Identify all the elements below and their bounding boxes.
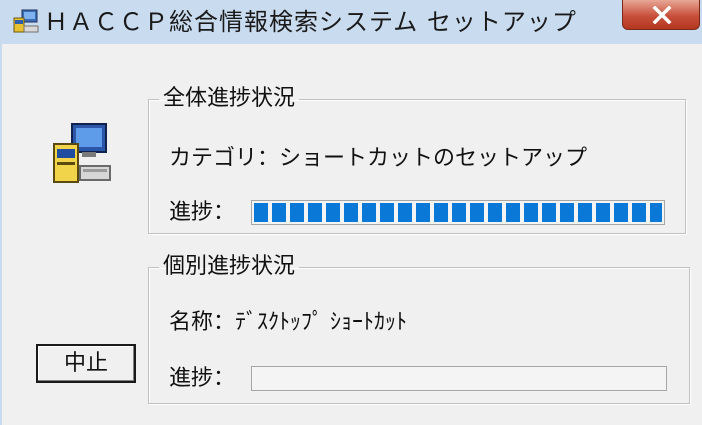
individual-progress-group: 個別進捗状況 名称：ﾃﾞｽｸﾄｯﾌﾟ ｼｮｰﾄｶｯﾄ 進捗： (148, 254, 690, 404)
dialog-client-area: 全体進捗状況 カテゴリ：ショートカットのセットアップ 進捗： 個別進捗状況 名称… (0, 44, 702, 425)
individual-progress-bar (251, 366, 667, 391)
individual-progress-legend: 個別進捗状況 (163, 254, 296, 279)
category-text: カテゴリ：ショートカットのセットアップ (169, 146, 588, 171)
overall-progress-fill (254, 203, 662, 222)
title-bar[interactable]: ＨＡＣＣＰ総合情報検索システム セットアップ (0, 0, 702, 45)
individual-progress-label: 進捗： (169, 366, 236, 391)
setup-window: ＨＡＣＣＰ総合情報検索システム セットアップ 全体進捗状況 カテゴリ：ショートカ… (0, 0, 702, 425)
overall-progress-legend: 全体進捗状況 (163, 86, 296, 111)
overall-progress-label: 進捗： (169, 200, 236, 225)
overall-progress-bar (251, 200, 665, 225)
setup-computer-icon (13, 9, 39, 33)
overall-progress-group: 全体進捗状況 カテゴリ：ショートカットのセットアップ 進捗： (148, 86, 686, 234)
setup-computer-icon (53, 123, 111, 183)
close-x-icon (652, 6, 672, 24)
window-title: ＨＡＣＣＰ総合情報検索システム セットアップ (44, 8, 577, 36)
item-name-text: 名称：ﾃﾞｽｸﾄｯﾌﾟ ｼｮｰﾄｶｯﾄ (169, 310, 407, 335)
cancel-button[interactable]: 中止 (36, 344, 136, 383)
close-button[interactable] (622, 0, 700, 30)
